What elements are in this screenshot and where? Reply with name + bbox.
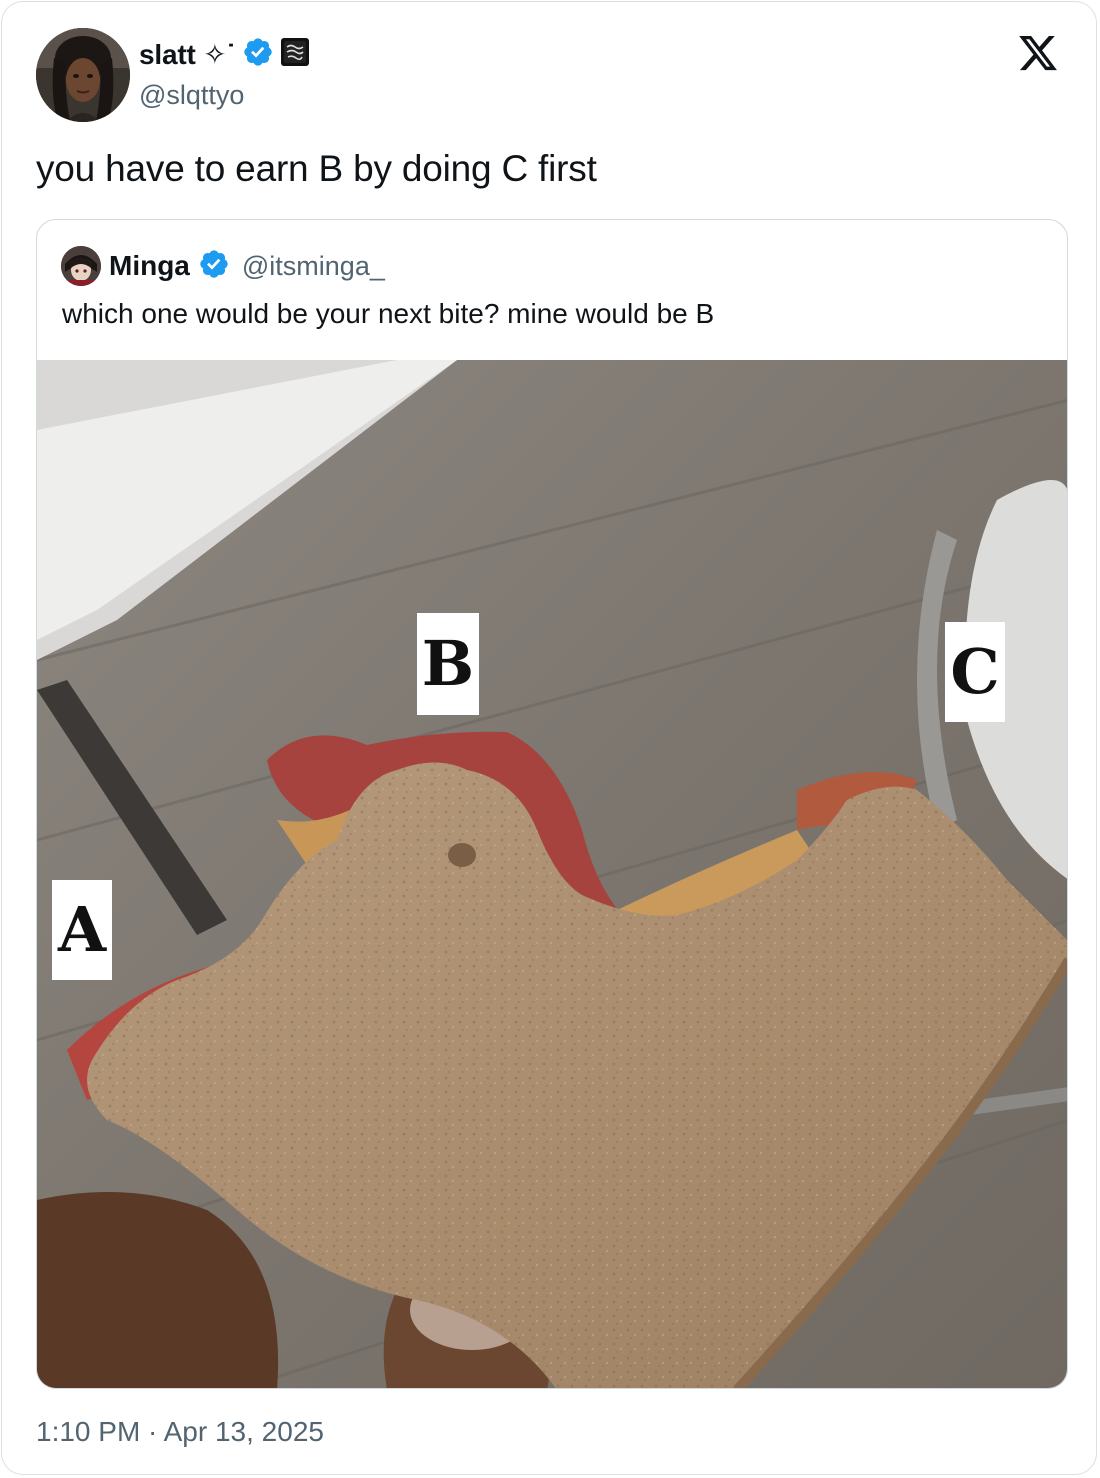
verified-badge-icon [242, 36, 274, 73]
tweet-text: you have to earn B by doing C first [36, 148, 597, 189]
sandwich-photo[interactable]: A B C [37, 360, 1067, 1388]
tweet-timestamp[interactable]: 1:10 PM · Apr 13, 2025 [36, 1416, 324, 1448]
x-logo-icon[interactable] [1016, 32, 1060, 74]
label-a: A [52, 880, 112, 980]
quoted-author-name-row: Minga @itsminga_ [109, 247, 385, 285]
quoted-author-handle[interactable]: @itsminga_ [242, 251, 385, 282]
quoted-author-display-name[interactable]: Minga [109, 250, 190, 282]
quoted-tweet-text: which one would be your next bite? mine … [62, 298, 715, 329]
quoted-author-avatar[interactable] [61, 246, 101, 286]
author-name-row: slatt ✧˙ [139, 34, 310, 74]
label-b: B [417, 613, 479, 715]
verified-badge-icon [198, 248, 230, 285]
affiliate-badge-icon[interactable] [280, 37, 310, 72]
tweet-card: slatt ✧˙ @slqttyo you have to earn B by … [1, 1, 1097, 1475]
author-handle[interactable]: @slqttyo [139, 80, 244, 111]
author-display-name[interactable]: slatt ✧˙ [139, 38, 236, 71]
label-c: C [945, 622, 1005, 722]
author-avatar[interactable] [36, 28, 130, 122]
quoted-tweet[interactable]: Minga @itsminga_ which one would be your… [36, 219, 1068, 1389]
